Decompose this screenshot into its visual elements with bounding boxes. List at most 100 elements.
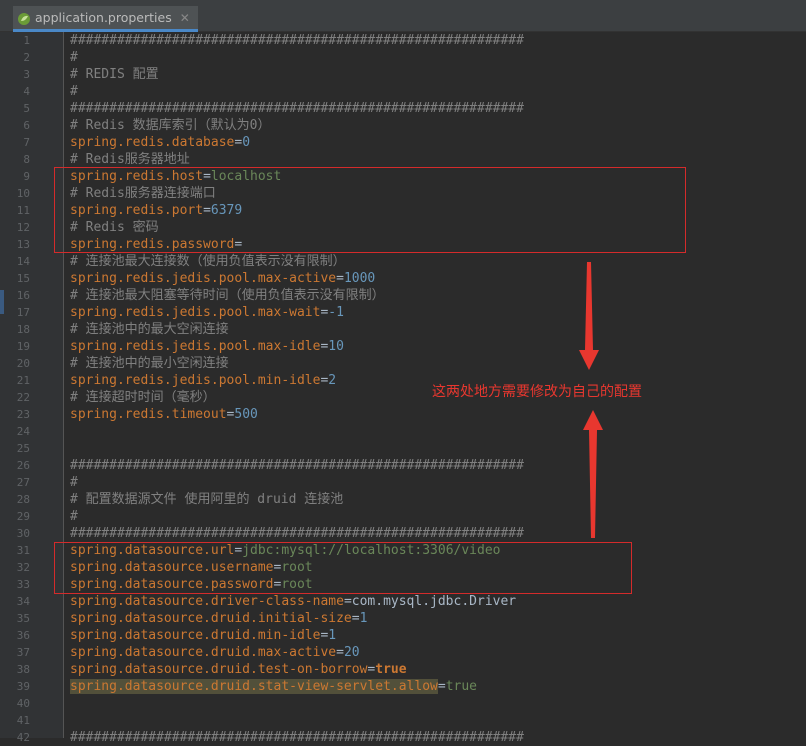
line-number: 24 [16, 425, 30, 438]
code-line: 39 spring.datasource.druid.stat-view-serv… [0, 678, 806, 695]
line-text: # Redis服务器地址 [70, 151, 190, 168]
property-value: true [375, 662, 407, 677]
code-line: 3 # REDIS 配置 [0, 66, 806, 83]
line-text: spring.redis.jedis.pool.min-idle=2 [70, 372, 336, 389]
code-line: 16 # 连接池最大阻塞等待时间（使用负值表示没有限制） [0, 287, 806, 304]
line-number: 14 [16, 255, 30, 268]
property-value: 10 [328, 339, 344, 354]
code-line: 2 # [0, 49, 806, 66]
line-text: spring.redis.jedis.pool.max-active=1000 [70, 270, 375, 287]
comment: # 连接池中的最大空闲连接 [70, 322, 229, 337]
code-line: 25 [0, 440, 806, 457]
code-line: 23 spring.redis.timeout=500 [0, 406, 806, 423]
line-text: spring.datasource.driver-class-name=com.… [70, 593, 516, 610]
line-text: ########################################… [70, 32, 524, 49]
code-line: 14 # 连接池最大连接数（使用负值表示没有限制） [0, 253, 806, 270]
highlight-box-datasource [54, 542, 632, 594]
equals-sign: = [437, 679, 446, 694]
line-number: 32 [16, 561, 30, 574]
comment: ########################################… [70, 33, 524, 48]
code-line: 24 [0, 423, 806, 440]
property-key: spring.redis.database [70, 135, 235, 150]
comment: # 配置数据源文件 使用阿里的 druid 连接池 [70, 492, 344, 507]
comment: # 连接超时时间（毫秒） [70, 390, 216, 405]
comment: ########################################… [70, 101, 524, 116]
property-key: spring.datasource.druid.initial-size [70, 611, 352, 626]
code-line: 35 spring.datasource.druid.initial-size=1 [0, 610, 806, 627]
line-number: 27 [16, 476, 30, 489]
comment: # 连接池最大阻塞等待时间（使用负值表示没有限制） [70, 288, 385, 303]
code-line: 27 # [0, 474, 806, 491]
equals-sign: = [336, 645, 344, 660]
line-text: spring.datasource.druid.stat-view-servle… [70, 678, 477, 695]
line-text: spring.redis.timeout=500 [70, 406, 258, 423]
line-number: 38 [16, 663, 30, 676]
line-text: spring.datasource.druid.min-idle=1 [70, 627, 336, 644]
line-number: 5 [23, 102, 30, 115]
property-key: spring.datasource.druid.test-on-borrow [70, 662, 368, 677]
equals-sign: = [351, 611, 360, 626]
property-value: 0 [242, 135, 251, 150]
line-text: # 配置数据源文件 使用阿里的 druid 连接池 [70, 491, 343, 508]
line-number: 21 [16, 374, 30, 387]
comment: # [70, 84, 78, 99]
line-number: 34 [16, 595, 30, 608]
code-line: 37 spring.datasource.druid.max-active=20 [0, 644, 806, 661]
code-line: 40 [0, 695, 806, 712]
line-number: 20 [16, 357, 30, 370]
property-key: spring.datasource.druid.stat-view-servle… [70, 679, 438, 694]
line-number: 2 [23, 51, 30, 64]
comment: # 连接池中的最小空闲连接 [70, 356, 229, 371]
line-number: 39 [16, 680, 30, 693]
code-line: 8 # Redis服务器地址 [0, 151, 806, 168]
line-number: 26 [16, 459, 30, 472]
property-value: 1 [328, 628, 337, 643]
comment: # [70, 509, 78, 524]
line-text: # 连接池中的最小空闲连接 [70, 355, 229, 372]
line-text: # [70, 508, 78, 525]
arrow-down-icon [579, 262, 599, 370]
comment: # REDIS 配置 [70, 67, 159, 82]
code-line: 20 # 连接池中的最小空闲连接 [0, 355, 806, 372]
line-text: ########################################… [70, 100, 524, 117]
property-value: true [445, 679, 477, 694]
code-line: 29 # [0, 508, 806, 525]
line-number: 35 [16, 612, 30, 625]
line-text: ########################################… [70, 457, 524, 474]
comment: # Redis服务器地址 [70, 152, 190, 167]
line-text: # 连接池最大阻塞等待时间（使用负值表示没有限制） [70, 287, 385, 304]
line-number: 37 [16, 646, 30, 659]
line-number: 4 [23, 85, 30, 98]
line-number: 33 [16, 578, 30, 591]
property-key: spring.datasource.druid.min-idle [70, 628, 321, 643]
code-line: 17 spring.redis.jedis.pool.max-wait=-1 [0, 304, 806, 321]
code-line: 38 spring.datasource.druid.test-on-borrow… [0, 661, 806, 678]
line-text: spring.datasource.druid.max-active=20 [70, 644, 360, 661]
code-line: 34 spring.datasource.driver-class-name=co… [0, 593, 806, 610]
comment: ########################################… [70, 458, 524, 473]
line-text: # Redis 数据库索引（默认为0） [70, 117, 270, 134]
line-number: 31 [16, 544, 30, 557]
code-editor[interactable]: 1 #######################################… [0, 32, 806, 745]
property-key: spring.datasource.driver-class-name [70, 594, 344, 609]
code-line: 22 # 连接超时时间（毫秒） [0, 389, 806, 406]
property-value: com.mysql.jdbc.Driver [351, 594, 517, 609]
code-line: 41 [0, 712, 806, 729]
code-line: 21 spring.redis.jedis.pool.min-idle=2 [0, 372, 806, 389]
property-value: -1 [328, 305, 344, 320]
annotation-note: 这两处地方需要修改为自己的配置 [432, 384, 642, 400]
property-key: spring.redis.jedis.pool.min-idle [70, 373, 321, 388]
code-line: 4 # [0, 83, 806, 100]
code-line: 30 ######################################… [0, 525, 806, 542]
line-number: 3 [23, 68, 30, 81]
line-number: 25 [16, 442, 30, 455]
code-line: 15 spring.redis.jedis.pool.max-active=100… [0, 270, 806, 287]
line-number: 29 [16, 510, 30, 523]
comment: # [70, 50, 78, 65]
line-text: # 连接超时时间（毫秒） [70, 389, 216, 406]
tab-application-properties[interactable]: application.properties ✕ [13, 6, 198, 32]
close-icon[interactable]: ✕ [180, 11, 190, 25]
code-line: 1 #######################################… [0, 32, 806, 49]
line-text: spring.redis.jedis.pool.max-wait=-1 [70, 304, 344, 321]
property-key: spring.datasource.druid.max-active [70, 645, 337, 660]
